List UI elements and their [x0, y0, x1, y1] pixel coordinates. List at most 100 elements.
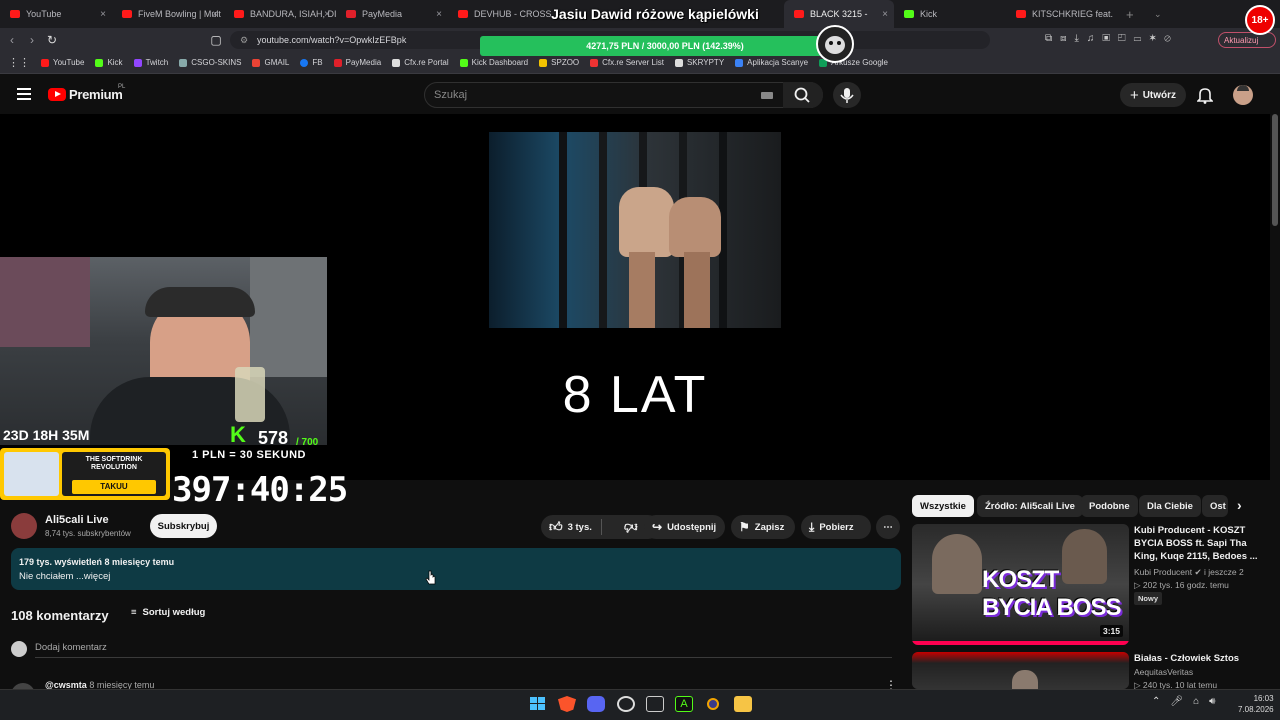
- scrollbar-thumb[interactable]: [1272, 114, 1278, 226]
- forward-icon[interactable]: ›: [22, 33, 42, 47]
- recommendation-thumbnail[interactable]: KOSZT BYCIA BOSS 3:15: [912, 524, 1129, 645]
- channel-subscriber-count: 8,74 tys. subskrybentów: [45, 529, 131, 538]
- add-comment-input[interactable]: Dodaj komentarz: [35, 642, 107, 653]
- obs-icon[interactable]: [704, 696, 722, 712]
- tab-bandura[interactable]: BANDURA, ISIAH, DIV ×: [224, 0, 336, 28]
- bookmark-cfx-portal[interactable]: Cfx.re Portal: [392, 58, 449, 67]
- sort-comments-button[interactable]: ≡ Sortuj według: [131, 607, 205, 618]
- tab-label: Kick: [920, 9, 938, 19]
- reload-icon[interactable]: ↻: [42, 33, 62, 47]
- chip-all[interactable]: Wszystkie: [912, 495, 974, 517]
- recommendation-title[interactable]: Białas - Człowiek Sztos: [1134, 652, 1264, 665]
- subscribe-button[interactable]: Subskrybuj: [150, 514, 217, 538]
- voice-search-button[interactable]: [833, 82, 861, 108]
- download-button[interactable]: ⤓ Pobierz: [801, 515, 871, 539]
- download-icon: ⤓: [809, 519, 815, 534]
- site-info-icon[interactable]: ⚙: [240, 31, 248, 49]
- close-icon[interactable]: ×: [212, 9, 218, 20]
- notifications-icon[interactable]: [1196, 86, 1214, 109]
- windows-start-icon[interactable]: [529, 696, 547, 712]
- bookmark-twitch[interactable]: Twitch: [133, 58, 169, 67]
- donation-progress-text: 4271,75 PLN / 3000,00 PLN (142.39%): [586, 41, 744, 51]
- bookmark-csgo[interactable]: CSGO-SKINS: [179, 58, 241, 67]
- bookmark-paymedia[interactable]: PayMedia: [333, 58, 381, 67]
- subathon-big-timer: 397:40:25: [172, 470, 348, 510]
- ad-line2: REVOLUTION: [91, 464, 137, 471]
- recommendation-channel[interactable]: AequitasVeritas: [1134, 667, 1193, 677]
- youtube-brand[interactable]: Premium: [69, 87, 123, 102]
- close-icon[interactable]: ×: [436, 9, 442, 20]
- recommendation-title[interactable]: Kubi Producent - KOSZT BYCIA BOSS ft. Sa…: [1134, 524, 1264, 563]
- chevron-down-icon[interactable]: ⌄: [1144, 0, 1168, 28]
- bookmark-cfx-server-list[interactable]: Cfx.re Server List: [590, 58, 664, 67]
- tab-label: YouTube: [26, 9, 62, 19]
- twitch-icon: [133, 58, 142, 67]
- update-button[interactable]: Aktualizuj: [1218, 32, 1276, 48]
- new-tab-button[interactable]: +: [1116, 0, 1144, 28]
- thumbs-down-icon: 👍︎: [624, 520, 638, 535]
- youtube-logo-icon[interactable]: [48, 88, 66, 101]
- tab-youtube[interactable]: YouTube ×: [0, 0, 112, 28]
- bookmark-kick[interactable]: Kick: [95, 58, 123, 67]
- close-icon[interactable]: ×: [324, 9, 330, 20]
- bookmark-youtube[interactable]: YouTube: [41, 58, 84, 67]
- bookmark-fb[interactable]: FB: [300, 58, 323, 67]
- close-icon[interactable]: ×: [100, 9, 106, 20]
- toolbar-extension-icons[interactable]: ⧉⧈⤓♫▣◰▭✶⊘: [1045, 33, 1179, 44]
- file-explorer-icon[interactable]: [734, 696, 752, 712]
- description-text[interactable]: Nie chciałem ...więcej: [19, 571, 110, 582]
- recommendation-channel[interactable]: Kubi Producent ✔ i jeszcze 2: [1134, 567, 1244, 578]
- tab-fivem[interactable]: FiveM Bowling | Mult ×: [112, 0, 224, 28]
- like-button[interactable]: 👍︎ 3 tys.: [541, 515, 601, 539]
- tab-kitschkrieg[interactable]: KITSCHKRIEG feat. BL: [1006, 0, 1116, 28]
- channel-name[interactable]: Ali5cali Live: [45, 514, 109, 526]
- save-button[interactable]: ⚑ Zapisz: [731, 515, 795, 539]
- bookmark-skrypty[interactable]: SKRYPTY: [674, 58, 724, 67]
- menu-icon[interactable]: [17, 88, 31, 100]
- keyboard-icon[interactable]: [761, 92, 773, 99]
- chip-recent[interactable]: Ost: [1202, 495, 1228, 517]
- bookmark-scanye[interactable]: Aplikacja Scanye: [735, 58, 808, 67]
- kick-sub-count: 578: [258, 428, 289, 448]
- taskbar-clock[interactable]: 16:03 7.08.2026: [1238, 693, 1274, 715]
- bookmark-kick-dashboard[interactable]: Kick Dashboard: [459, 58, 528, 67]
- youtube-icon: [41, 58, 49, 67]
- close-icon[interactable]: ×: [882, 9, 888, 20]
- account-avatar[interactable]: [1233, 85, 1253, 105]
- globe-icon: [179, 58, 188, 67]
- bookmark-icon[interactable]: ▢: [206, 33, 226, 47]
- bookmark-label: Kick: [107, 58, 123, 67]
- system-tray-icons[interactable]: ⌃🎤︎⌂🔊︎: [1152, 696, 1225, 707]
- chip-similar[interactable]: Podobne: [1081, 495, 1138, 517]
- terminal-icon[interactable]: A: [675, 696, 693, 712]
- app-icon: [735, 58, 744, 67]
- chrome-icon[interactable]: [617, 696, 635, 712]
- sponsor-ad: THE SOFTDRINK REVOLUTION TAKUU: [0, 448, 170, 500]
- chip-for-you[interactable]: Dla Ciebie: [1139, 495, 1201, 517]
- ad-button: TAKUU: [72, 480, 156, 494]
- url-text: youtube.com/watch?v=OpwkIzEFBpk: [257, 35, 407, 45]
- chip-source-channel[interactable]: Źródło: Ali5cali Live: [977, 495, 1083, 517]
- discord-icon[interactable]: [587, 696, 605, 712]
- tab-kick[interactable]: Kick: [894, 0, 1006, 28]
- back-icon[interactable]: ‹: [2, 33, 22, 47]
- recommendation-thumbnail[interactable]: [912, 652, 1129, 689]
- donation-progress-bar: 4271,75 PLN / 3000,00 PLN (142.39%): [480, 36, 850, 56]
- donation-goal-title: Jasiu Dawid różowe kąpielówki: [551, 6, 759, 22]
- share-button[interactable]: ↪ Udostępnij: [644, 515, 725, 539]
- bookmark-gmail[interactable]: GMAIL: [252, 58, 289, 67]
- search-icon: [794, 87, 810, 103]
- app-window-icon[interactable]: [646, 696, 664, 712]
- channel-avatar[interactable]: [11, 513, 37, 539]
- bookmark-label: Twitch: [145, 58, 169, 67]
- brave-browser-icon[interactable]: [558, 696, 576, 712]
- more-actions-button[interactable]: ⋯: [876, 515, 900, 539]
- chevron-right-icon[interactable]: ›: [1237, 497, 1242, 513]
- like-dislike-group: 👍︎ 3 tys. 👍︎: [541, 515, 660, 539]
- create-button[interactable]: + Utwórz: [1120, 83, 1186, 107]
- video-description[interactable]: [11, 548, 901, 590]
- search-button[interactable]: [783, 82, 823, 108]
- tab-paymedia[interactable]: PayMedia ×: [336, 0, 448, 28]
- bookmark-spzoo[interactable]: SPZOO: [539, 58, 579, 67]
- apps-grid-icon[interactable]: ⋮⋮: [8, 56, 30, 69]
